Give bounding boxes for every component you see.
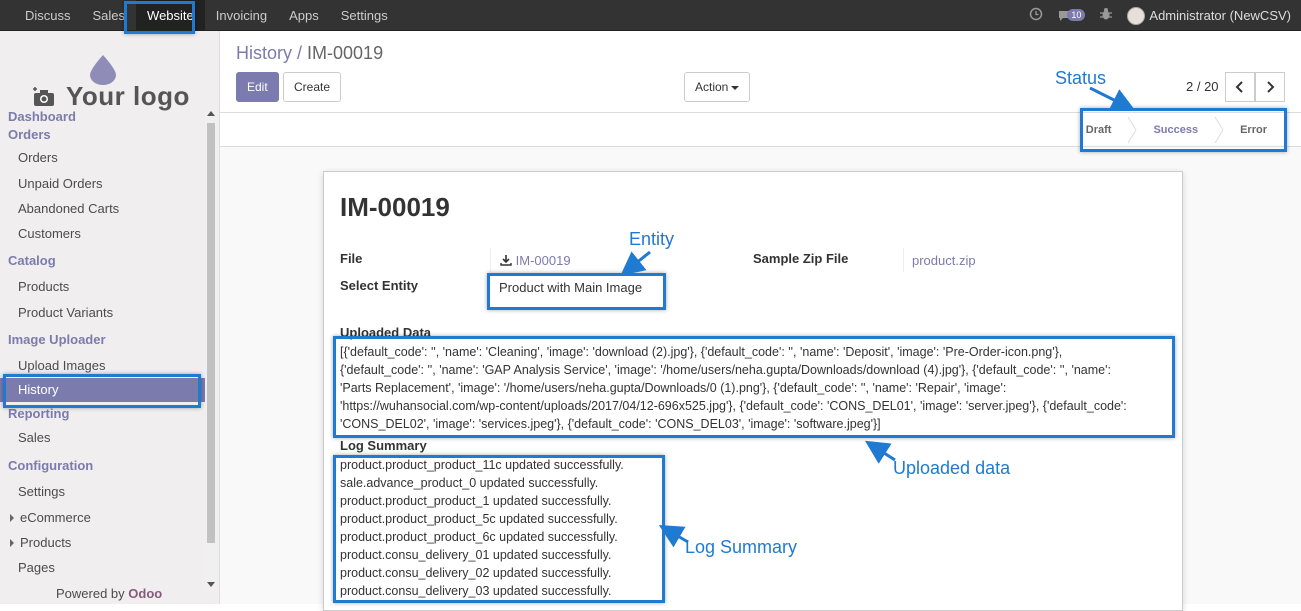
- annotation-status: Status: [1055, 68, 1107, 88]
- app-menu: Discuss Sales Website Invoicing Apps Set…: [14, 0, 399, 31]
- highlight-history-item: [3, 374, 201, 408]
- highlight-entity: [487, 273, 666, 310]
- annotation-entity: Entity: [629, 229, 675, 249]
- action-dropdown[interactable]: Action: [684, 72, 751, 102]
- sidebar: Your logo Dashboard Orders Orders Unpaid…: [0, 31, 220, 604]
- messages-icon[interactable]: 10: [1057, 8, 1086, 23]
- top-navbar: Discuss Sales Website Invoicing Apps Set…: [0, 0, 1301, 31]
- sidebar-section-image-uploader[interactable]: Image Uploader: [0, 330, 206, 354]
- pager-value[interactable]: 2 / 20: [1186, 79, 1219, 94]
- edit-button[interactable]: Edit: [236, 72, 279, 102]
- highlight-status: [1080, 108, 1287, 152]
- highlight-uploaded-data: [333, 336, 1175, 438]
- pager-next-button[interactable]: [1255, 72, 1285, 102]
- sidebar-item-pages[interactable]: Pages: [0, 555, 206, 580]
- scrollbar-thumb[interactable]: [207, 123, 215, 543]
- scroll-down-icon[interactable]: [207, 582, 215, 587]
- sidebar-item-config-products[interactable]: Products: [0, 530, 206, 555]
- company-logo: Your logo: [30, 55, 190, 111]
- expand-caret-icon: [10, 514, 14, 522]
- sidebar-item-orders[interactable]: Orders: [0, 146, 206, 171]
- record-title: IM-00019: [340, 192, 450, 222]
- bug-icon[interactable]: [1099, 7, 1113, 24]
- breadcrumb-current: IM-00019: [307, 43, 384, 63]
- expand-caret-icon: [10, 539, 14, 547]
- sidebar-item-ecommerce[interactable]: eCommerce: [0, 505, 206, 530]
- odoo-link[interactable]: Odoo: [128, 586, 162, 601]
- highlight-website-menu: [124, 1, 195, 34]
- highlight-log-summary: [333, 455, 665, 603]
- download-icon: [500, 255, 512, 266]
- file-download-link[interactable]: IM-00019: [500, 253, 571, 268]
- menu-settings[interactable]: Settings: [330, 0, 399, 31]
- chevron-left-icon: [1235, 81, 1243, 93]
- caret-down-icon: [731, 85, 740, 90]
- sidebar-item-customers[interactable]: Customers: [0, 221, 206, 251]
- create-button[interactable]: Create: [283, 72, 342, 102]
- sample-zip-label: Sample Zip File: [753, 251, 849, 266]
- menu-discuss[interactable]: Discuss: [14, 0, 82, 31]
- clock-icon[interactable]: [1029, 7, 1043, 24]
- message-count-badge: 10: [1067, 8, 1086, 21]
- sidebar-section-orders[interactable]: Orders: [0, 126, 206, 146]
- file-label: File: [340, 251, 363, 266]
- powered-by: Powered by Odoo: [56, 586, 163, 601]
- sidebar-section-configuration[interactable]: Configuration: [0, 456, 206, 480]
- breadcrumb-parent[interactable]: History /: [236, 43, 302, 63]
- control-panel: History / IM-00019 Edit Create Action 2 …: [220, 31, 1301, 113]
- annotation-uploaded-data: Uploaded data: [893, 458, 1011, 478]
- field-divider: [903, 248, 904, 272]
- annotation-log-summary: Log Summary: [685, 537, 798, 557]
- sample-zip-link[interactable]: product.zip: [912, 253, 976, 268]
- sidebar-item-product-variants[interactable]: Product Variants: [0, 300, 206, 330]
- chevron-right-icon: [1267, 81, 1275, 93]
- select-entity-label: Select Entity: [340, 278, 419, 293]
- sidebar-section-dashboard[interactable]: Dashboard: [0, 108, 206, 126]
- user-menu[interactable]: Administrator (NewCSV): [1127, 6, 1291, 25]
- user-name: Administrator (NewCSV): [1149, 8, 1291, 23]
- menu-apps[interactable]: Apps: [278, 0, 330, 31]
- systray: 10 Administrator (NewCSV): [1029, 0, 1291, 31]
- field-divider: [490, 248, 491, 272]
- sidebar-scrollbar[interactable]: [205, 109, 217, 589]
- sidebar-item-sales-report[interactable]: Sales: [0, 426, 206, 456]
- camera-icon: [33, 87, 54, 106]
- scroll-up-icon[interactable]: [207, 111, 215, 116]
- sidebar-section-catalog[interactable]: Catalog: [0, 251, 206, 275]
- sidebar-item-products[interactable]: Products: [0, 275, 206, 300]
- breadcrumb: History / IM-00019: [236, 43, 383, 64]
- sidebar-item-settings[interactable]: Settings: [0, 480, 206, 505]
- sidebar-item-unpaid-orders[interactable]: Unpaid Orders: [0, 171, 206, 196]
- log-summary-label: Log Summary: [340, 438, 427, 453]
- menu-invoicing[interactable]: Invoicing: [205, 0, 278, 31]
- sidebar-nav: Dashboard Orders Orders Unpaid Orders Ab…: [0, 106, 206, 580]
- avatar: [1127, 6, 1146, 25]
- sidebar-item-abandoned-carts[interactable]: Abandoned Carts: [0, 196, 206, 221]
- pager-previous-button[interactable]: [1225, 72, 1255, 102]
